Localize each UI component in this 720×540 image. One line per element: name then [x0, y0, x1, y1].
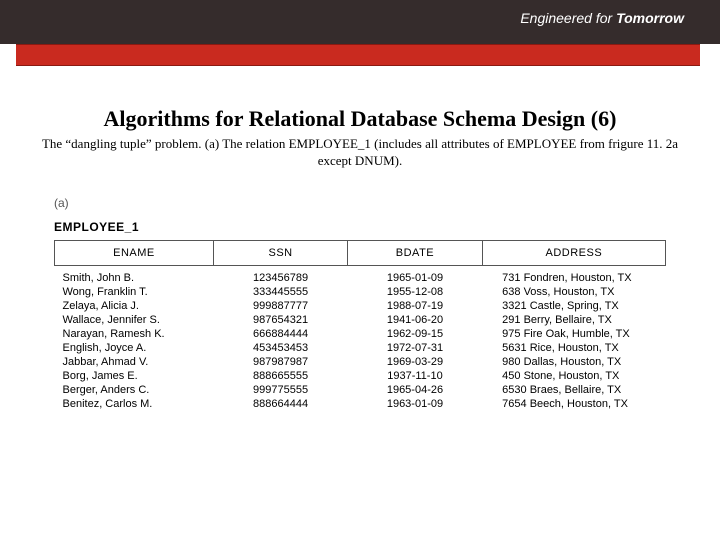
cell-address: 731 Fondren, Houston, TX — [482, 271, 665, 285]
cell-bdate: 1965-01-09 — [348, 271, 482, 285]
cell-address: 3321 Castle, Spring, TX — [482, 299, 665, 313]
relation-table: ENAME SSN BDATE ADDRESS Smith, John B.12… — [54, 240, 666, 412]
table-row: Zelaya, Alicia J.9998877771988-07-193321… — [55, 299, 666, 313]
cell-ssn: 123456789 — [213, 271, 347, 285]
tagline: Engineered for Tomorrow — [520, 10, 684, 26]
cell-ssn: 999775555 — [213, 383, 347, 397]
cell-bdate: 1941-06-20 — [348, 313, 482, 327]
cell-ename: Zelaya, Alicia J. — [55, 299, 214, 313]
col-ssn: SSN — [213, 240, 347, 265]
tagline-bold: Tomorrow — [612, 10, 684, 26]
slide-subtitle: The “dangling tuple” problem. (a) The re… — [10, 136, 710, 170]
cell-bdate: 1955-12-08 — [348, 285, 482, 299]
cell-bdate: 1965-04-26 — [348, 383, 482, 397]
cell-ssn: 333445555 — [213, 285, 347, 299]
cell-address: 7654 Beech, Houston, TX — [482, 397, 665, 411]
tagline-prefix: Engineered for — [520, 10, 612, 26]
relation-name: EMPLOYEE_1 — [54, 220, 666, 234]
cell-ename: Narayan, Ramesh K. — [55, 327, 214, 341]
cell-bdate: 1963-01-09 — [348, 397, 482, 411]
table-row: Borg, James E.8886655551937-11-10450 Sto… — [55, 369, 666, 383]
cell-ssn: 888665555 — [213, 369, 347, 383]
col-ename: ENAME — [55, 240, 214, 265]
cell-ename: Benitez, Carlos M. — [55, 397, 214, 411]
cell-ename: Jabbar, Ahmad V. — [55, 355, 214, 369]
table-row: English, Joyce A.4534534531972-07-315631… — [55, 341, 666, 355]
cell-address: 980 Dallas, Houston, TX — [482, 355, 665, 369]
table-body: Smith, John B.1234567891965-01-09731 Fon… — [55, 265, 666, 411]
table-row: Jabbar, Ahmad V.9879879871969-03-29980 D… — [55, 355, 666, 369]
col-bdate: BDATE — [348, 240, 482, 265]
cell-address: 6530 Braes, Bellaire, TX — [482, 383, 665, 397]
table-header-row: ENAME SSN BDATE ADDRESS — [55, 240, 666, 265]
cell-ssn: 999887777 — [213, 299, 347, 313]
cell-address: 450 Stone, Houston, TX — [482, 369, 665, 383]
cell-ename: Berger, Anders C. — [55, 383, 214, 397]
figure-label: (a) — [54, 196, 666, 210]
cell-ename: Wong, Franklin T. — [55, 285, 214, 299]
cell-ename: Borg, James E. — [55, 369, 214, 383]
cell-address: 975 Fire Oak, Humble, TX — [482, 327, 665, 341]
top-bar: Engineered for Tomorrow — [0, 0, 720, 44]
cell-ename: English, Joyce A. — [55, 341, 214, 355]
cell-address: 638 Voss, Houston, TX — [482, 285, 665, 299]
cell-bdate: 1969-03-29 — [348, 355, 482, 369]
slide-title: Algorithms for Relational Database Schem… — [10, 106, 710, 132]
table-row: Smith, John B.1234567891965-01-09731 Fon… — [55, 271, 666, 285]
cell-bdate: 1962-09-15 — [348, 327, 482, 341]
col-address: ADDRESS — [482, 240, 665, 265]
table-row: Wallace, Jennifer S.9876543211941-06-202… — [55, 313, 666, 327]
cell-bdate: 1937-11-10 — [348, 369, 482, 383]
table-row: Narayan, Ramesh K.6668844441962-09-15975… — [55, 327, 666, 341]
cell-ssn: 666884444 — [213, 327, 347, 341]
cell-bdate: 1988-07-19 — [348, 299, 482, 313]
cell-bdate: 1972-07-31 — [348, 341, 482, 355]
cell-ssn: 888664444 — [213, 397, 347, 411]
table-row: Berger, Anders C.9997755551965-04-266530… — [55, 383, 666, 397]
figure-a: (a) EMPLOYEE_1 ENAME SSN BDATE ADDRESS S… — [10, 196, 710, 412]
slide-content: Algorithms for Relational Database Schem… — [0, 66, 720, 411]
cell-address: 5631 Rice, Houston, TX — [482, 341, 665, 355]
table-row: Benitez, Carlos M.8886644441963-01-09765… — [55, 397, 666, 411]
cell-ssn: 453453453 — [213, 341, 347, 355]
cell-ssn: 987654321 — [213, 313, 347, 327]
cell-ename: Wallace, Jennifer S. — [55, 313, 214, 327]
table-row: Wong, Franklin T.3334455551955-12-08638 … — [55, 285, 666, 299]
cell-address: 291 Berry, Bellaire, TX — [482, 313, 665, 327]
cell-ssn: 987987987 — [213, 355, 347, 369]
accent-bar — [16, 44, 700, 66]
cell-ename: Smith, John B. — [55, 271, 214, 285]
